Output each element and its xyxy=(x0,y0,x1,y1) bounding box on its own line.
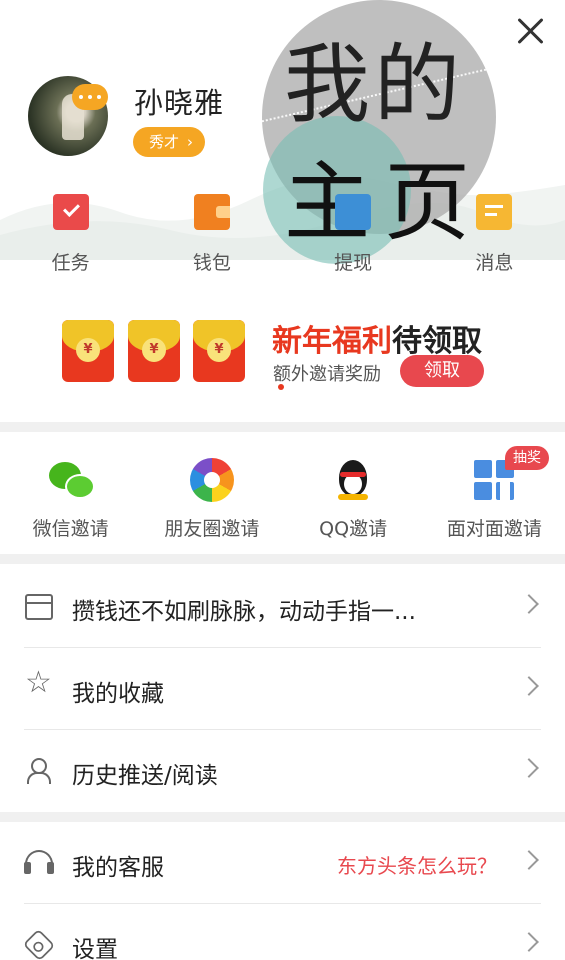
withdraw-icon xyxy=(335,194,372,230)
claim-button[interactable]: 领取 xyxy=(400,355,484,387)
moments-icon xyxy=(189,458,234,502)
settings-icon xyxy=(22,928,56,960)
list-item-label: 历史推送/阅读 xyxy=(72,763,218,789)
qq-belly xyxy=(344,474,363,494)
list-item-history[interactable]: 历史推送/阅读 xyxy=(0,730,565,812)
star-icon: ☆ xyxy=(25,665,52,700)
red-packet-icon: ¥ xyxy=(193,320,245,382)
quick-action-withdraw[interactable]: 提现 xyxy=(283,190,424,280)
list-item-label: 我的客服 xyxy=(72,855,164,881)
quick-action-label: 钱包 xyxy=(192,252,231,274)
chevron-right-icon xyxy=(519,676,539,696)
headset-icon xyxy=(24,850,54,874)
list-item-customer-service[interactable]: 我的客服 东方头条怎么玩？ xyxy=(0,822,565,904)
banner-title-dark: 待领取 xyxy=(392,324,482,359)
watermark-text-line1: 我的 xyxy=(284,35,464,135)
list-item-label: 攒钱还不如刷脉脉，动动手指一... xyxy=(72,599,416,625)
section-divider xyxy=(0,422,565,432)
qq-icon xyxy=(331,458,375,502)
dot xyxy=(97,95,101,99)
list-item-label: 我的收藏 xyxy=(72,681,164,707)
chevron-right-icon xyxy=(519,932,539,952)
dot xyxy=(88,95,92,99)
message-icon xyxy=(476,194,513,230)
packet-coin: ¥ xyxy=(76,338,100,362)
invite-options: 微信邀请 朋友圈邀请 QQ邀请 面对面邀请 xyxy=(0,432,565,554)
quick-action-message[interactable]: 消息 xyxy=(424,190,565,280)
qq-scarf xyxy=(340,472,367,477)
list-item-label: 设置 xyxy=(72,937,118,960)
chevron-right-icon xyxy=(519,594,539,614)
invite-moments[interactable]: 朋友圈邀请 xyxy=(141,432,282,554)
wallet-icon xyxy=(193,194,230,230)
profile-header: 孙晓雅 秀才 › 我的 主页 任务 钱包 提现 消息 xyxy=(0,0,565,290)
quick-action-wallet[interactable]: 钱包 xyxy=(141,190,282,280)
section-divider xyxy=(0,812,565,822)
carousel-indicator xyxy=(278,384,284,390)
list-item-promo[interactable]: 攒钱还不如刷脉脉，动动手指一... xyxy=(0,566,565,648)
quick-action-label: 任务 xyxy=(51,252,90,274)
banner-subtitle: 额外邀请奖励 xyxy=(273,364,381,385)
invite-label: 面对面邀请 xyxy=(446,518,542,540)
banner-title: 新年福利待领取 xyxy=(272,316,482,360)
chevron-right-icon xyxy=(519,758,539,778)
invite-label: 朋友圈邀请 xyxy=(164,518,260,540)
qq-feet xyxy=(338,494,369,500)
qr-block xyxy=(474,460,493,478)
task-icon xyxy=(52,194,89,230)
quick-action-task[interactable]: 任务 xyxy=(0,190,141,280)
invite-label: QQ邀请 xyxy=(319,518,388,540)
section-divider xyxy=(0,554,565,564)
banner-title-red: 新年福利 xyxy=(272,324,392,359)
wechat-icon xyxy=(48,458,95,502)
chevron-right-icon xyxy=(519,850,539,870)
chat-bubble-icon[interactable] xyxy=(72,84,108,110)
rank-label: 秀才 xyxy=(149,133,180,151)
user-history-icon xyxy=(25,758,53,784)
packet-coin: ¥ xyxy=(142,338,166,362)
username: 孙晓雅 xyxy=(134,86,225,120)
lottery-badge: 抽奖 xyxy=(505,446,549,470)
chevron-right-icon: › xyxy=(187,133,193,151)
list-item-favorites[interactable]: ☆ 我的收藏 xyxy=(0,648,565,730)
qr-bars xyxy=(496,482,515,500)
dot xyxy=(79,95,83,99)
folder-icon xyxy=(25,594,53,620)
new-year-banner[interactable]: ¥ ¥ ¥ 新年福利待领取 额外邀请奖励 领取 xyxy=(0,290,565,420)
rank-badge[interactable]: 秀才 › xyxy=(133,127,205,157)
invite-label: 微信邀请 xyxy=(32,518,109,540)
invite-qq[interactable]: QQ邀请 xyxy=(283,432,424,554)
help-link[interactable]: 东方头条怎么玩？ xyxy=(337,850,497,879)
wechat-bubble xyxy=(64,474,95,499)
red-packet-icon: ¥ xyxy=(128,320,180,382)
quick-actions: 任务 钱包 提现 消息 xyxy=(0,190,565,280)
qr-block xyxy=(474,482,493,500)
quick-action-label: 提现 xyxy=(334,252,373,274)
list-item-settings[interactable]: 设置 xyxy=(0,904,565,960)
invite-wechat[interactable]: 微信邀请 xyxy=(0,432,141,554)
red-packet-icon: ¥ xyxy=(62,320,114,382)
close-button[interactable] xyxy=(512,12,550,50)
packet-coin: ¥ xyxy=(207,338,231,362)
quick-action-label: 消息 xyxy=(475,252,514,274)
